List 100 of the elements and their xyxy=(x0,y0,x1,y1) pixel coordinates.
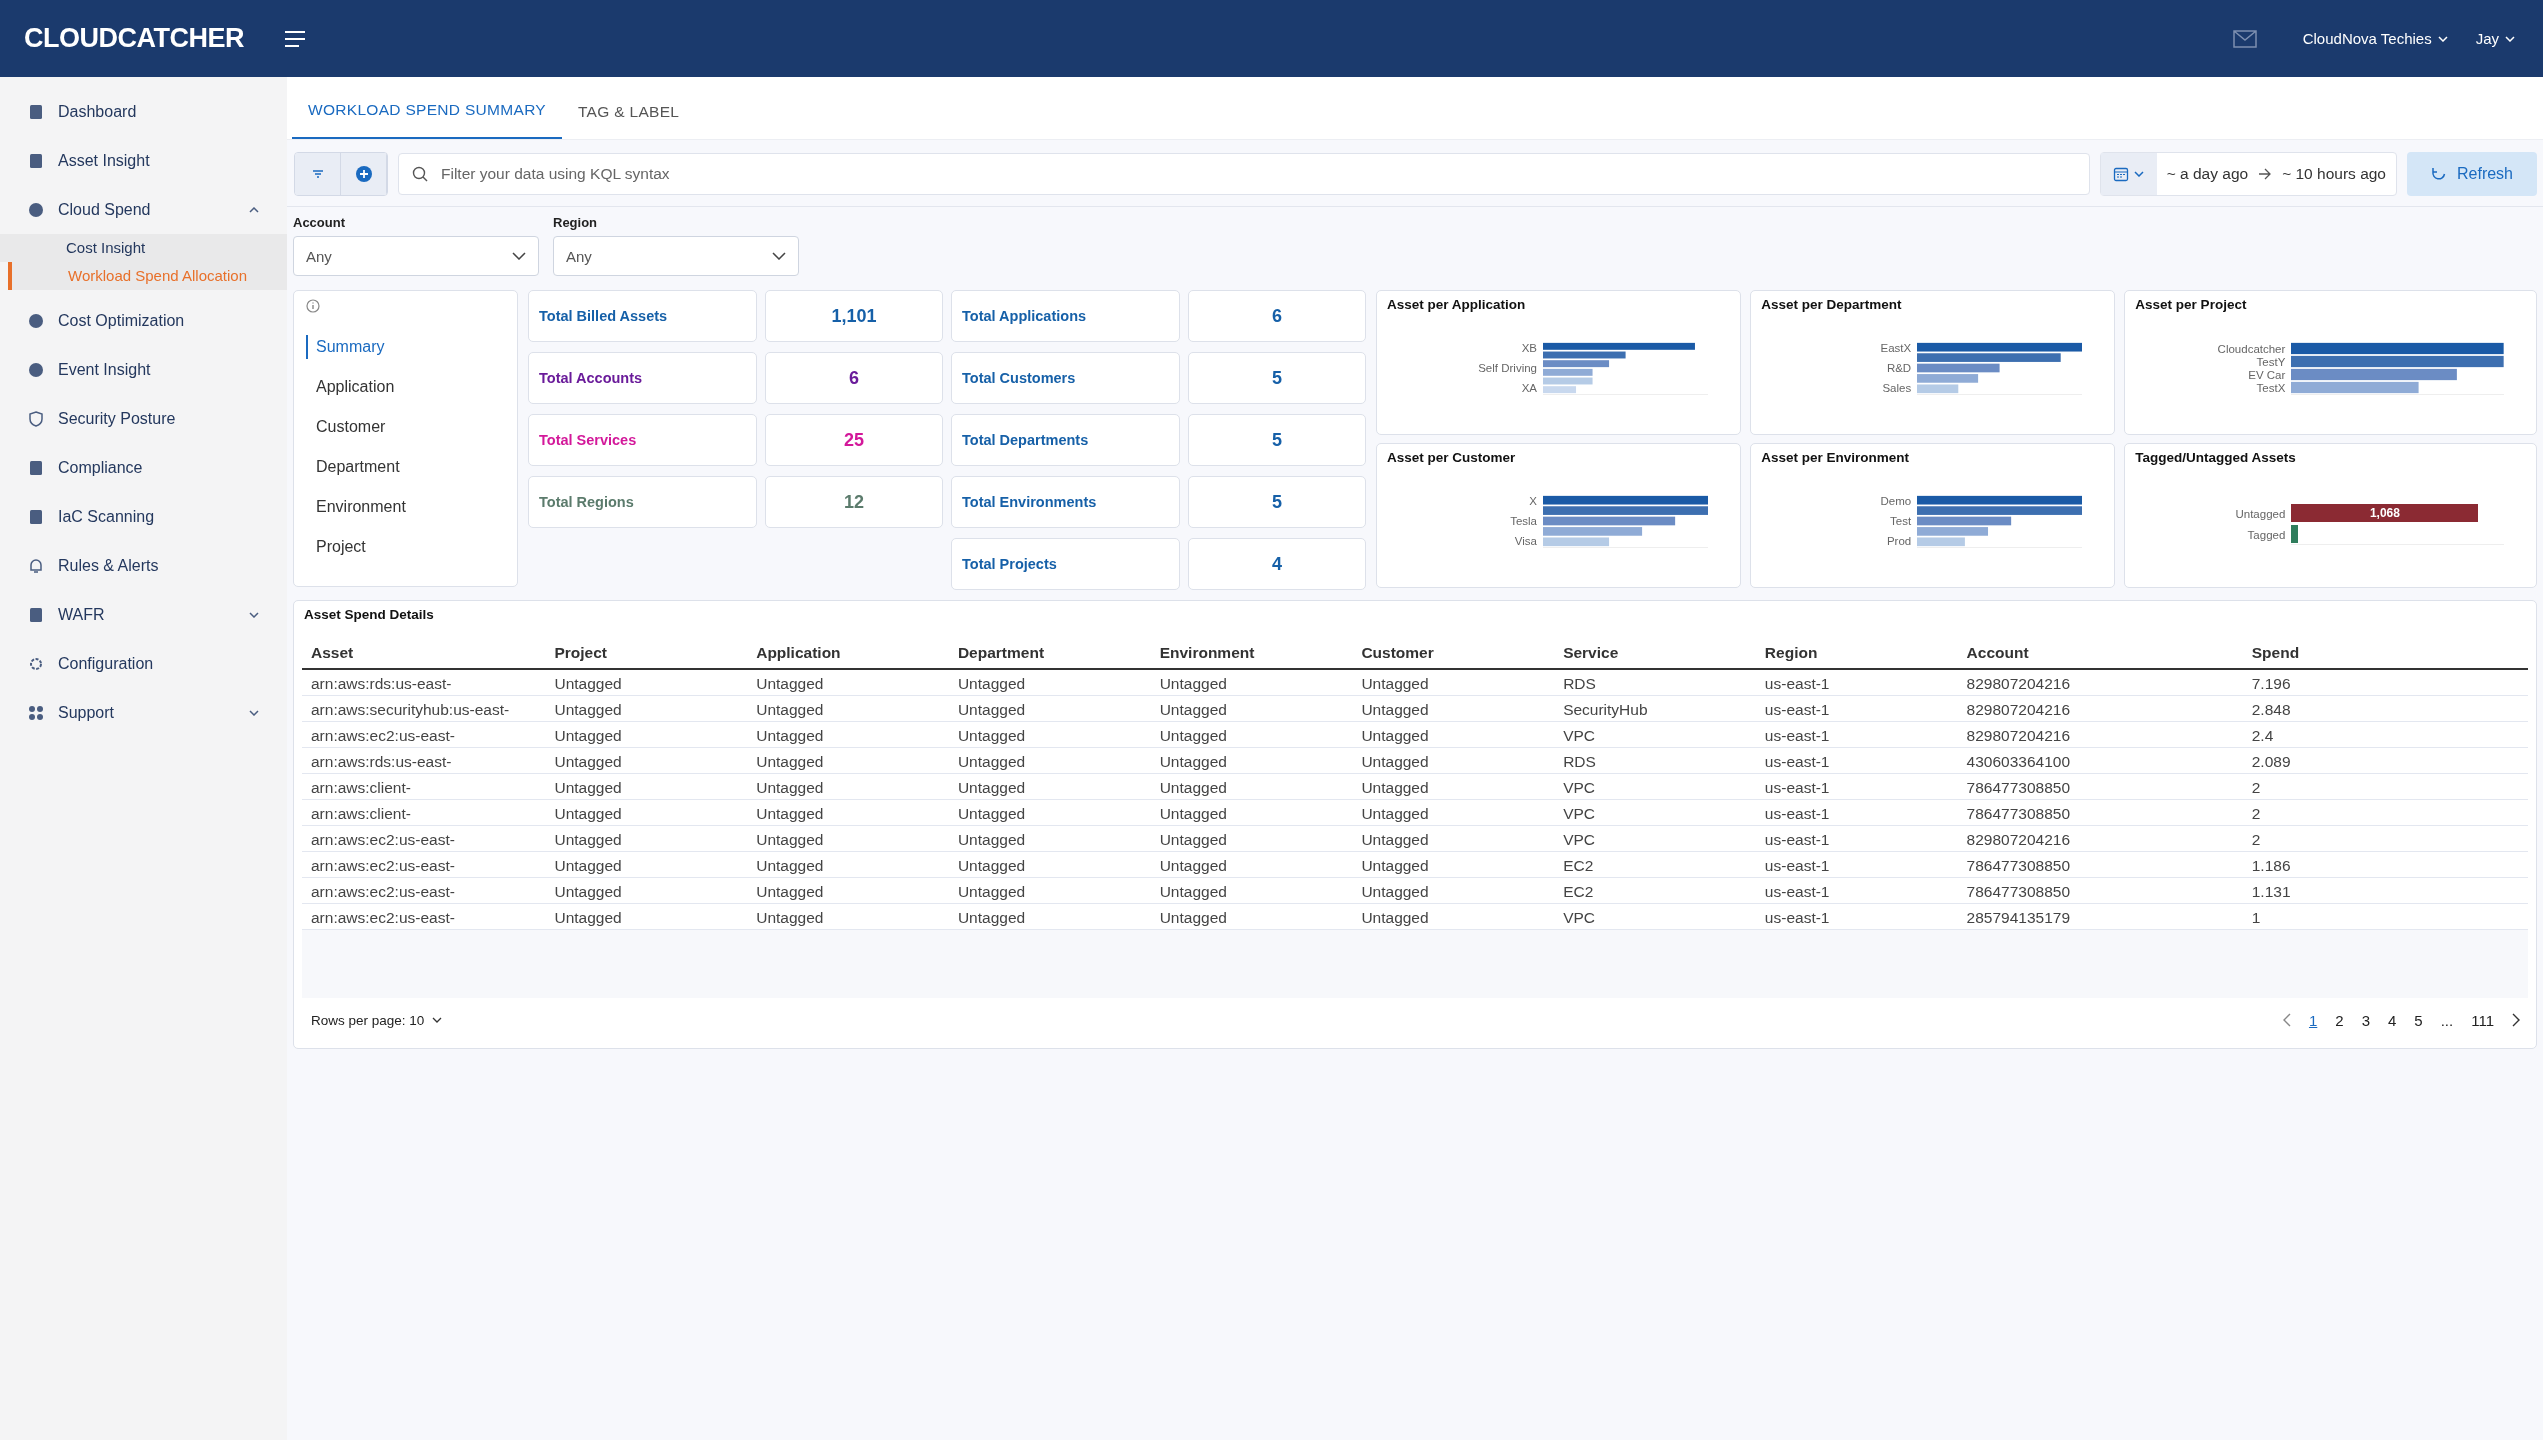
axis-label: Tesla xyxy=(1510,515,1537,527)
chevron-icon xyxy=(249,206,259,213)
column-header[interactable]: Asset xyxy=(302,638,546,669)
table-cell: Untagged xyxy=(948,825,1151,852)
table-cell: Untagged xyxy=(948,799,1151,826)
table-cell: EC2 xyxy=(1554,851,1756,878)
table-cell: Untagged xyxy=(545,721,748,748)
sidebar-item[interactable]: Rules & Alerts xyxy=(0,541,287,590)
table-cell: VPC xyxy=(1554,825,1756,852)
nav-item[interactable]: Summary xyxy=(306,335,505,359)
sidebar-item[interactable]: Cloud Spend xyxy=(0,185,287,234)
table-cell: Untagged xyxy=(1150,747,1353,774)
table-cell: Untagged xyxy=(747,773,949,800)
table-cell: Untagged xyxy=(1150,851,1353,878)
tagged-bar xyxy=(2291,524,2299,543)
nav-item[interactable]: Application xyxy=(306,375,505,399)
menu-item-icon xyxy=(28,704,44,721)
stat-label: Total Accounts xyxy=(528,352,757,404)
dropdown[interactable]: Any xyxy=(293,236,539,276)
page-link[interactable]: 1 xyxy=(2308,1011,2318,1029)
menu-item-icon xyxy=(28,655,44,672)
info-icon[interactable] xyxy=(306,299,320,313)
sidebar-item[interactable]: Compliance xyxy=(0,443,287,492)
nav-item[interactable]: Environment xyxy=(306,495,505,519)
stat-label: Total Applications xyxy=(951,290,1180,342)
caret-icon xyxy=(2134,171,2145,177)
menu-item-icon xyxy=(28,312,44,329)
sidebar-subitem[interactable]: Cost Insight xyxy=(0,234,287,262)
sidebar-item[interactable]: Support xyxy=(0,688,287,737)
table-cell: Untagged xyxy=(545,773,748,800)
organization-dropdown[interactable]: CloudNova Techies xyxy=(2298,30,2452,47)
table-cell: arn:aws:ec2:us-east- xyxy=(302,721,546,748)
sidebar-item[interactable]: WAFR xyxy=(0,590,287,639)
rows-per-page-dropdown[interactable]: Rows per page: 10 xyxy=(311,1012,443,1028)
sidebar-item[interactable]: Asset Insight xyxy=(0,136,287,185)
end-date[interactable]: ~ 10 hours ago xyxy=(2282,165,2386,183)
menu-item-icon xyxy=(28,410,44,427)
sidebar-item[interactable]: Configuration xyxy=(0,639,287,688)
axis-label: Sales xyxy=(1882,382,1912,394)
column-header[interactable]: Environment xyxy=(1150,638,1353,669)
user-dropdown[interactable]: Jay xyxy=(2471,30,2519,47)
search-field[interactable]: Filter your data using KQL syntax xyxy=(398,153,2090,195)
column-header[interactable]: Department xyxy=(948,638,1151,669)
sidebar-item[interactable]: Cost Optimization xyxy=(0,296,287,345)
table-cell: Untagged xyxy=(1352,825,1555,852)
stat-value: 6 xyxy=(1188,290,1366,342)
stat-label: Total Customers xyxy=(951,352,1180,404)
table-cell: us-east-1 xyxy=(1755,877,1958,904)
column-header[interactable]: Account xyxy=(1957,638,2243,669)
mail-icon[interactable] xyxy=(2232,29,2257,48)
chevron-icon xyxy=(249,709,259,716)
table-cell: 2.848 xyxy=(2242,695,2528,722)
column-header[interactable]: Region xyxy=(1755,638,1958,669)
calendar-button[interactable] xyxy=(2100,153,2157,195)
column-header[interactable]: Customer xyxy=(1352,638,1555,669)
nav-item[interactable]: Department xyxy=(306,455,505,479)
page-link[interactable]: 111 xyxy=(2471,1011,2494,1029)
table-cell: SecurityHub xyxy=(1554,695,1756,722)
column-header[interactable]: Project xyxy=(545,638,748,669)
chart-title: Asset per Customer xyxy=(1387,450,1517,465)
sidebar-item[interactable]: Event Insight xyxy=(0,345,287,394)
start-date[interactable]: ~ a day ago xyxy=(2166,165,2249,183)
previous-page-icon[interactable] xyxy=(2282,1013,2291,1027)
axis-label: Demo xyxy=(1880,495,1912,507)
nav-item[interactable]: Customer xyxy=(306,415,505,439)
table-cell: Untagged xyxy=(545,877,748,904)
table-cell: Untagged xyxy=(948,695,1151,722)
column-header[interactable]: Spend xyxy=(2242,638,2528,669)
column-header[interactable]: Service xyxy=(1554,638,1756,669)
page-link[interactable]: 5 xyxy=(2414,1011,2423,1029)
chart-title: Tagged/Untagged Assets xyxy=(2135,450,2297,465)
table-cell: Untagged xyxy=(1352,903,1555,930)
nav-item[interactable]: Project xyxy=(306,535,505,559)
sidebar-item[interactable]: IaC Scanning xyxy=(0,492,287,541)
table-cell: Untagged xyxy=(545,695,748,722)
table-cell: 285794135179 xyxy=(1957,903,2243,930)
table-cell: arn:aws:rds:us-east- xyxy=(302,669,546,696)
menu-icon[interactable] xyxy=(284,29,306,48)
tab[interactable]: TAG & LABEL xyxy=(562,103,696,139)
sidebar-item[interactable]: Security Posture xyxy=(0,394,287,443)
caret-icon xyxy=(2437,35,2448,42)
refresh-button[interactable]: Refresh xyxy=(2407,152,2537,196)
add-filter-button[interactable] xyxy=(341,153,387,195)
sidebar-item[interactable]: Dashboard xyxy=(0,87,287,136)
table-cell: Untagged xyxy=(1352,877,1555,904)
column-header[interactable]: Application xyxy=(747,638,949,669)
page-link[interactable]: 4 xyxy=(2388,1011,2397,1029)
page-link[interactable]: ... xyxy=(2440,1011,2454,1029)
table-cell: RDS xyxy=(1554,669,1756,696)
page-link[interactable]: 3 xyxy=(2361,1011,2370,1029)
table-cell: Untagged xyxy=(1150,903,1353,930)
logo[interactable]: CLOUDCATCHER xyxy=(24,23,249,54)
page-link[interactable]: 2 xyxy=(2335,1011,2344,1029)
menu-item-icon xyxy=(28,557,44,574)
next-page-icon[interactable] xyxy=(2512,1013,2520,1027)
table-cell: us-east-1 xyxy=(1755,721,1958,748)
table-cell: Untagged xyxy=(1150,669,1353,696)
dropdown[interactable]: Any xyxy=(553,236,799,276)
axis-label: EastX xyxy=(1880,342,1912,354)
table-cell: us-east-1 xyxy=(1755,695,1958,722)
